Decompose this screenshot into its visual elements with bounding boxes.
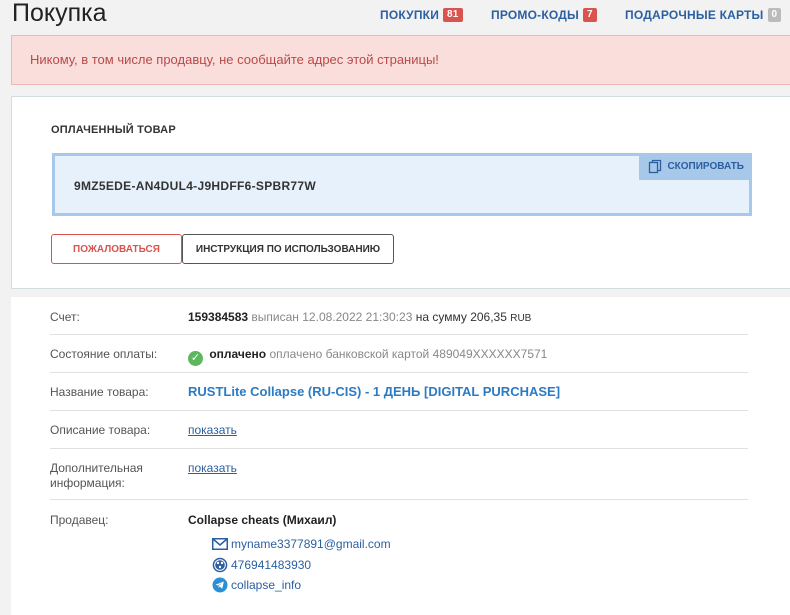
invoice-number: 159384583 <box>188 310 249 324</box>
invoice-value: 159384583 выписан 12.08.2022 21:30:23 на… <box>188 310 531 326</box>
instruction-button[interactable]: ИНСТРУКЦИЯ ПО ИСПОЛЬЗОВАНИЮ <box>182 234 394 264</box>
nav-gift-cards-label: ПОДАРОЧНЫЕ КАРТЫ <box>625 8 764 22</box>
invoice-label: Счет: <box>50 310 80 324</box>
alert-text: Никому, в том числе продавцу, не сообщай… <box>30 52 439 67</box>
show-extra-info-link[interactable]: показать <box>188 461 237 475</box>
purchases-count-badge: 81 <box>443 8 463 22</box>
gift-cards-count-badge: 0 <box>767 8 782 22</box>
extra-info-row: Дополнительная информация: показать <box>50 449 748 500</box>
complain-button[interactable]: ПОЖАЛОВАТЬСЯ <box>51 234 182 264</box>
seller-row: Продавец: Collapse cheats (Михаил) <box>50 500 748 615</box>
invoice-row: Счет: 159384583 выписан 12.08.2022 21:30… <box>50 297 748 335</box>
nav-promo-codes[interactable]: ПРОМО-КОДЫ 7 <box>491 8 597 22</box>
nav-gift-cards[interactable]: ПОДАРОЧНЫЕ КАРТЫ 0 <box>625 8 782 22</box>
seller-email[interactable]: myname3377891@gmail.com <box>231 537 391 551</box>
invoice-sum: на сумму 206,35 <box>415 310 507 324</box>
invoice-issued: выписан 12.08.2022 21:30:23 <box>251 310 413 324</box>
product-name-row: Название товара: RUSTLite Collapse (RU-C… <box>50 373 748 411</box>
seller-wm-contact[interactable]: 476941483930 <box>212 557 311 573</box>
extra-info-label-line2: информация: <box>50 476 125 490</box>
copy-icon <box>649 159 662 174</box>
product-name-value: RUSTLite Collapse (RU-CIS) - 1 ДЕНЬ [DIG… <box>188 384 560 400</box>
nav-promo-codes-label: ПРОМО-КОДЫ <box>491 8 579 22</box>
promo-codes-count-badge: 7 <box>582 8 597 22</box>
envelope-icon <box>212 538 228 550</box>
seller-telegram[interactable]: collapse_info <box>231 578 301 592</box>
seller-wm[interactable]: 476941483930 <box>231 558 311 572</box>
extra-info-label-line1: Дополнительная <box>50 461 143 475</box>
seller-email-contact[interactable]: myname3377891@gmail.com <box>212 537 391 551</box>
check-circle-icon: ✓ <box>188 351 203 366</box>
paid-product-panel: ОПЛАЧЕННЫЙ ТОВАР 9MZ5EDE-AN4DUL4-J9HDFF6… <box>11 96 790 289</box>
purchase-details: Счет: 159384583 выписан 12.08.2022 21:30… <box>11 297 790 615</box>
payment-label: Состояние оплаты: <box>50 347 158 361</box>
payment-row: Состояние оплаты: ✓ оплачено оплачено ба… <box>50 335 748 373</box>
product-code[interactable]: 9MZ5EDE-AN4DUL4-J9HDFF6-SPBR77W <box>74 179 316 193</box>
page-title: Покупка <box>12 0 107 27</box>
invoice-currency: RUB <box>510 313 532 324</box>
seller-person: (Михаил) <box>282 513 337 527</box>
extra-info-value: показать <box>188 461 237 476</box>
payment-status: оплачено <box>209 347 267 361</box>
product-code-box: 9MZ5EDE-AN4DUL4-J9HDFF6-SPBR77W СКОПИРОВ… <box>52 153 752 216</box>
description-label: Описание товара: <box>50 423 151 437</box>
seller-value: Collapse cheats (Михаил) <box>188 513 336 528</box>
nav-purchases-label: ПОКУПКИ <box>380 8 440 22</box>
copy-button-label: СКОПИРОВАТЬ <box>667 161 744 172</box>
extra-info-label: Дополнительная информация: <box>50 461 143 491</box>
telegram-icon <box>212 577 228 593</box>
page-header: Покупка ПОКУПКИ 81 ПРОМО-КОДЫ 7 ПОДАРОЧН… <box>0 0 790 32</box>
security-warning-alert: Никому, в том числе продавцу, не сообщай… <box>11 35 790 85</box>
webmoney-icon <box>212 557 228 573</box>
payment-note: оплачено банковской картой 489049XXXXXX7… <box>269 347 548 361</box>
product-name-link[interactable]: RUSTLite Collapse (RU-CIS) - 1 ДЕНЬ [DIG… <box>188 384 560 399</box>
seller-name[interactable]: Collapse cheats <box>188 513 279 527</box>
payment-value: ✓ оплачено оплачено банковской картой 48… <box>188 347 547 366</box>
seller-label: Продавец: <box>50 513 109 527</box>
paid-product-title: ОПЛАЧЕННЫЙ ТОВАР <box>51 124 176 136</box>
nav-purchases[interactable]: ПОКУПКИ 81 <box>380 8 463 22</box>
description-row: Описание товара: показать <box>50 411 748 449</box>
product-name-label: Название товара: <box>50 385 149 399</box>
copy-button[interactable]: СКОПИРОВАТЬ <box>639 153 752 180</box>
show-description-link[interactable]: показать <box>188 423 237 437</box>
seller-telegram-contact[interactable]: collapse_info <box>212 577 301 593</box>
description-value: показать <box>188 423 237 438</box>
